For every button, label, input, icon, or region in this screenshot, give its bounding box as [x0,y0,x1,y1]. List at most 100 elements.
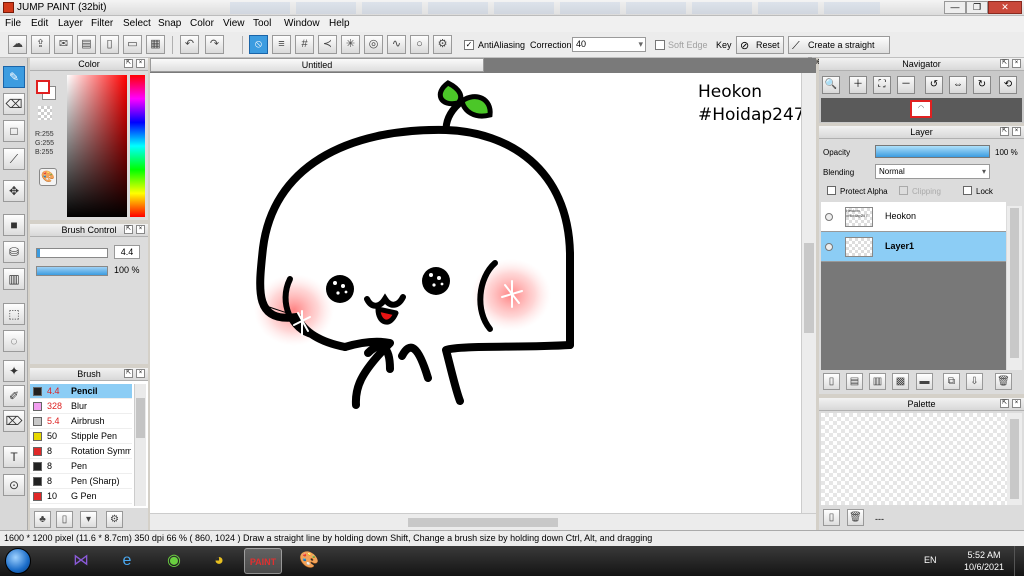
grid-icon[interactable]: ▦ [146,35,165,54]
parallel-lines-icon[interactable]: ≡ [272,35,291,54]
crosshatch-icon[interactable]: # [295,35,314,54]
bucket-tool-icon[interactable]: ⛁ [3,241,25,263]
select-pen-tool-icon[interactable]: ✐ [3,385,25,407]
brush-opacity-slider[interactable] [36,266,108,276]
menu-select[interactable]: Select [123,18,151,29]
page-icon[interactable]: ▭ [123,35,142,54]
document-tab[interactable]: Untitled [150,58,484,72]
magic-wand-tool-icon[interactable]: ✦ [3,360,25,382]
navigator-thumbnail[interactable]: ◠ [910,100,932,118]
scrollbar-thumb[interactable] [1010,419,1019,499]
menu-file[interactable]: File [5,18,21,29]
close-panel-icon[interactable]: × [1012,399,1021,408]
fill-rect-tool-icon[interactable]: ■ [3,214,25,236]
correction-dropdown[interactable]: 40 [572,37,646,52]
menu-view[interactable]: View [223,18,245,29]
layer-list-scrollbar[interactable] [1007,206,1022,370]
rotate-right-icon[interactable]: ↻ [973,76,991,94]
menu-edit[interactable]: Edit [31,18,48,29]
document-icon[interactable]: ▯ [100,35,119,54]
brush-list-item[interactable]: 8 Rotation Symm [30,444,132,459]
palette-swatches[interactable] [821,413,1007,505]
system-clock[interactable]: 5:52 AM 10/6/2021 [958,549,1010,573]
clipping-checkbox[interactable] [899,186,908,195]
start-button-icon[interactable] [5,548,31,574]
zoom-out-icon[interactable]: － [897,76,915,94]
reset-button[interactable]: ⊘ Reset [736,36,784,54]
scrollbar-thumb[interactable] [804,243,814,333]
snap-off-icon[interactable]: ⦸ [249,35,268,54]
visibility-icon[interactable] [825,243,833,251]
close-panel-icon[interactable]: × [1012,59,1021,68]
close-panel-icon[interactable]: × [136,59,145,68]
lock-checkbox[interactable] [963,186,972,195]
close-button[interactable]: ✕ [988,1,1022,14]
brush-size-value[interactable]: 4.4 [114,245,140,259]
delete-layer-icon[interactable]: 🗑 [995,373,1012,390]
rect-select-tool-icon[interactable]: ⬚ [3,303,25,325]
brush-list-item[interactable]: 4.4 Pencil [30,384,132,399]
brush-list-item[interactable]: 5.4 Airbrush [30,414,132,429]
paint-palette-icon[interactable]: 🎨 [290,548,328,574]
transparent-color-swatch[interactable] [38,106,52,120]
saturation-value-picker[interactable] [67,75,127,217]
jump-paint-icon[interactable]: PAINT [244,548,282,574]
vanishing-point-icon[interactable]: ≺ [318,35,337,54]
cloud-icon[interactable]: ☁ [8,35,27,54]
scrollbar-thumb[interactable] [136,398,145,438]
layer-row-layer1[interactable]: Layer1 [821,232,1006,262]
antialiasing-checkbox[interactable]: ✓ [464,40,474,50]
visibility-icon[interactable] [825,213,833,221]
select-eraser-tool-icon[interactable]: ⌦ [3,410,25,432]
layer-row-heokon[interactable]: Heokon #Hoidap247 Heokon [821,202,1006,232]
brush-list-item[interactable]: 50 Stipple Pen [30,429,132,444]
scrollbar-thumb[interactable] [408,518,558,527]
zoom-icon[interactable]: 🔍 [822,76,840,94]
protect-alpha-checkbox[interactable] [827,186,836,195]
move-tool-icon[interactable]: ✥ [3,180,25,202]
brush-list-scrollbar[interactable] [134,384,146,506]
popout-icon[interactable]: ⇱ [1000,59,1009,68]
close-panel-icon[interactable]: × [136,225,145,234]
curve-icon[interactable]: ∿ [387,35,406,54]
brush-list-item[interactable]: 10 G Pen [30,489,132,504]
close-panel-icon[interactable]: × [1012,127,1021,136]
foreground-color-swatch[interactable] [36,80,50,94]
rotate-left-icon[interactable]: ↺ [925,76,943,94]
menu-filter[interactable]: Filter [91,18,113,29]
new-1bit-layer-icon[interactable]: ▥ [869,373,886,390]
menu-layer[interactable]: Layer [58,18,83,29]
new-brush-icon[interactable]: ▯ [56,511,73,528]
popout-icon[interactable]: ⇱ [1000,399,1009,408]
brush-list-item[interactable]: 8 Pen [30,459,132,474]
brush-list-item[interactable]: 8 Pen (Sharp) [30,474,132,489]
drawing-canvas[interactable]: Heokon #Hoidap247 [150,73,801,513]
color-palette-icon[interactable]: 🎨 [39,168,57,186]
delete-palette-color-icon[interactable]: 🗑 [847,509,864,526]
eraser-tool-icon[interactable]: ⌫ [3,93,25,115]
show-desktop-button[interactable] [1014,546,1024,576]
chrome-icon[interactable]: ◕ [200,548,238,574]
reset-view-icon[interactable]: ⟲ [999,76,1017,94]
circle-snap-icon[interactable]: ○ [410,35,429,54]
maximize-button[interactable]: ❐ [966,1,988,14]
scrollbar-thumb[interactable] [1010,208,1019,358]
merge-layer-icon[interactable]: ⇩ [966,373,983,390]
rectangle-tool-icon[interactable]: □ [3,120,25,142]
minimize-button[interactable]: — [944,1,966,14]
close-panel-icon[interactable]: × [136,369,145,378]
canvas-horizontal-scrollbar[interactable] [150,513,816,530]
menu-snap[interactable]: Snap [158,18,181,29]
popout-icon[interactable]: ⇱ [124,369,133,378]
concentric-circle-icon[interactable]: ◎ [364,35,383,54]
brush-size-slider[interactable] [36,248,108,258]
popout-icon[interactable]: ⇱ [124,59,133,68]
flip-icon[interactable]: ⇔ [949,76,967,94]
new-layer-icon[interactable]: ▯ [823,373,840,390]
text-tool-icon[interactable]: T [3,446,25,468]
menu-color[interactable]: Color [190,18,214,29]
palette-scrollbar[interactable] [1007,413,1022,505]
blending-dropdown[interactable]: Normal [875,164,990,179]
new-folder-icon[interactable]: ▬ [916,373,933,390]
upload-icon[interactable]: ⇪ [31,35,50,54]
